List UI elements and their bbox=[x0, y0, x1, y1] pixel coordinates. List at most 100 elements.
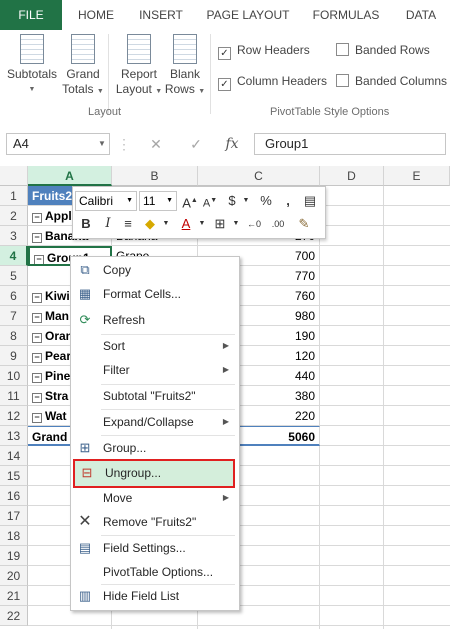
italic-button[interactable]: I bbox=[99, 214, 117, 234]
report-layout-button[interactable]: Report Layout ▼ bbox=[112, 34, 166, 99]
collapse-icon[interactable]: − bbox=[32, 373, 42, 383]
chevron-down-icon: ▼ bbox=[155, 88, 163, 95]
cancel-icon[interactable]: ✕ bbox=[146, 133, 166, 155]
menu-item-move[interactable]: Move ▶ bbox=[71, 487, 237, 509]
checkmark-icon: ✓ bbox=[218, 78, 231, 91]
column-header-b[interactable]: B bbox=[112, 166, 198, 186]
row-header[interactable]: 20 bbox=[0, 566, 28, 586]
row-header[interactable]: 22 bbox=[0, 606, 28, 626]
submenu-arrow-icon: ▶ bbox=[222, 341, 229, 350]
row-header[interactable]: 17 bbox=[0, 506, 28, 526]
tab-insert[interactable]: INSERT bbox=[134, 0, 188, 30]
banded-rows-checkbox[interactable]: Banded Rows bbox=[336, 42, 430, 58]
blank-rows-icon bbox=[173, 34, 197, 64]
row-header[interactable]: 3 bbox=[0, 226, 28, 246]
align-center-icon[interactable]: ≡ bbox=[119, 214, 137, 234]
row-header[interactable]: 16 bbox=[0, 486, 28, 506]
row-header-selected[interactable]: 4 bbox=[0, 246, 28, 266]
grand-totals-icon bbox=[71, 34, 95, 64]
chevron-down-icon[interactable]: ▼ bbox=[227, 214, 245, 234]
ribbon: Subtotals ▼ Grand Totals ▼ Report Layout… bbox=[0, 30, 450, 125]
menu-item-subtotal[interactable]: Subtotal "Fruits2" bbox=[71, 385, 237, 407]
collapse-icon[interactable]: − bbox=[32, 393, 42, 403]
collapse-icon[interactable]: − bbox=[32, 413, 42, 423]
checkmark-icon: ✓ bbox=[218, 47, 231, 60]
menu-item-hide-field-list[interactable]: ▥ Hide Field List bbox=[71, 585, 237, 607]
tab-file[interactable]: FILE bbox=[0, 0, 62, 30]
subtotals-icon bbox=[20, 34, 44, 64]
row-header[interactable]: 10 bbox=[0, 366, 28, 386]
row-header[interactable]: 18 bbox=[0, 526, 28, 546]
column-header-a[interactable]: A bbox=[28, 166, 112, 186]
row-header[interactable]: 21 bbox=[0, 586, 28, 606]
chevron-down-icon: ▼ bbox=[198, 88, 206, 95]
menu-item-sort[interactable]: Sort ▶ bbox=[71, 335, 237, 357]
menu-item-remove[interactable]: ✕ Remove "Fruits2" bbox=[71, 511, 237, 533]
tab-data[interactable]: DATA bbox=[398, 0, 444, 30]
collapse-icon[interactable]: − bbox=[32, 213, 42, 223]
insert-function-icon[interactable]: fx bbox=[222, 133, 242, 155]
bold-button[interactable]: B bbox=[77, 214, 95, 234]
collapse-icon[interactable]: − bbox=[32, 313, 42, 323]
menu-item-field-settings[interactable]: ▤ Field Settings... bbox=[71, 537, 237, 559]
menu-item-filter[interactable]: Filter ▶ bbox=[71, 359, 237, 381]
row-header[interactable]: 9 bbox=[0, 346, 28, 366]
row-header[interactable]: 13 bbox=[0, 426, 28, 446]
banded-columns-checkbox[interactable]: Banded Columns bbox=[336, 73, 447, 89]
row-header[interactable]: 2 bbox=[0, 206, 28, 226]
row-header[interactable]: 15 bbox=[0, 466, 28, 486]
collapse-icon[interactable]: − bbox=[32, 293, 42, 303]
font-size-box[interactable]: 11 ▼ bbox=[139, 191, 177, 211]
percent-style-icon[interactable]: % bbox=[257, 191, 275, 211]
increase-font-icon[interactable]: A▲ bbox=[181, 191, 199, 211]
chevron-down-icon[interactable]: ▼ bbox=[193, 214, 211, 234]
collapse-icon[interactable]: − bbox=[32, 233, 42, 243]
font-name-box[interactable]: Calibri ▼ bbox=[75, 191, 137, 211]
formula-input[interactable]: Group1 bbox=[254, 133, 446, 155]
row-header[interactable]: 1 bbox=[0, 186, 28, 206]
tab-home[interactable]: HOME bbox=[72, 0, 120, 30]
increase-decimal-icon[interactable]: ←0 bbox=[245, 214, 263, 234]
more-options-icon: ⋮ bbox=[117, 136, 131, 152]
row-header[interactable]: 12 bbox=[0, 406, 28, 426]
column-header-c[interactable]: C bbox=[198, 166, 320, 186]
row-header[interactable]: 14 bbox=[0, 446, 28, 466]
field-settings-icon: ▤ bbox=[78, 540, 92, 555]
select-all-corner[interactable] bbox=[0, 166, 28, 186]
menu-item-pivottable-options[interactable]: PivotTable Options... bbox=[71, 561, 237, 583]
decrease-font-icon[interactable]: A▼ bbox=[201, 191, 219, 211]
chevron-down-icon[interactable]: ▼ bbox=[237, 191, 255, 211]
enter-icon[interactable]: ✓ bbox=[186, 133, 206, 155]
blank-rows-button[interactable]: Blank Rows ▼ bbox=[164, 34, 206, 99]
mini-toolbar: Calibri ▼ 11 ▼ A▲ A▼ $ ▼ % , ▤ B I ≡ ◆ ▼ A… bbox=[72, 186, 326, 239]
collapse-icon[interactable]: − bbox=[34, 255, 44, 264]
row-header[interactable]: 11 bbox=[0, 386, 28, 406]
tab-formulas[interactable]: FORMULAS bbox=[308, 0, 384, 30]
column-header-e[interactable]: E bbox=[384, 166, 450, 186]
comma-style-icon[interactable]: , bbox=[279, 191, 297, 211]
menu-item-copy[interactable]: ⧉ Copy bbox=[71, 259, 237, 281]
row-header[interactable]: 7 bbox=[0, 306, 28, 326]
chevron-down-icon[interactable]: ▼ bbox=[157, 214, 175, 234]
row-header[interactable]: 6 bbox=[0, 286, 28, 306]
chevron-down-icon[interactable]: ▼ bbox=[92, 133, 112, 155]
row-header[interactable]: 8 bbox=[0, 326, 28, 346]
format-table-icon[interactable]: ▤ bbox=[301, 191, 319, 211]
column-header-d[interactable]: D bbox=[320, 166, 384, 186]
column-headers-checkbox[interactable]: ✓ Column Headers bbox=[218, 73, 327, 91]
decrease-decimal-icon[interactable]: .00 bbox=[269, 214, 287, 234]
subtotals-button[interactable]: Subtotals ▼ bbox=[4, 34, 60, 97]
format-painter-icon[interactable]: ✎ bbox=[295, 214, 313, 234]
row-headers-checkbox[interactable]: ✓ Row Headers bbox=[218, 42, 310, 60]
grand-totals-button[interactable]: Grand Totals ▼ bbox=[62, 34, 104, 99]
menu-item-group[interactable]: ⊞ Group... bbox=[71, 437, 237, 459]
row-header[interactable]: 19 bbox=[0, 546, 28, 566]
menu-item-ungroup[interactable]: ⊟ Ungroup... bbox=[73, 459, 235, 488]
menu-item-format-cells[interactable]: ▦ Format Cells... bbox=[71, 283, 237, 305]
row-header[interactable]: 5 bbox=[0, 266, 28, 286]
collapse-icon[interactable]: − bbox=[32, 353, 42, 363]
tab-page-layout[interactable]: PAGE LAYOUT bbox=[204, 0, 292, 30]
collapse-icon[interactable]: − bbox=[32, 333, 42, 343]
menu-item-expand-collapse[interactable]: Expand/Collapse ▶ bbox=[71, 411, 237, 433]
menu-item-refresh[interactable]: ⟳ Refresh bbox=[71, 309, 237, 331]
